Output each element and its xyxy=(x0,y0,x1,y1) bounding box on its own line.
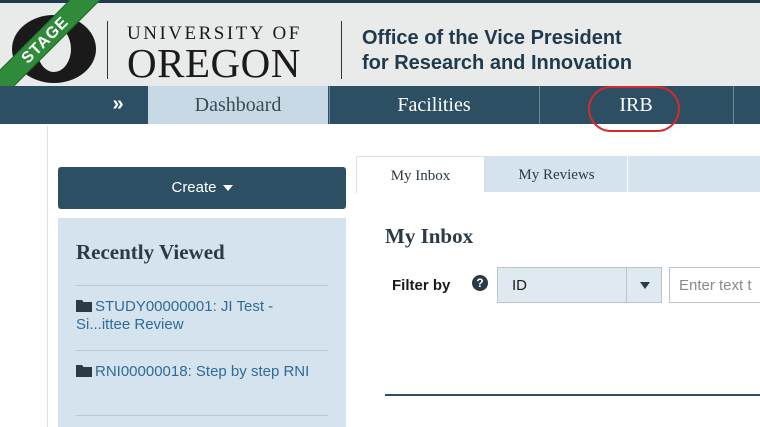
nav-separator xyxy=(733,86,734,124)
recent-separator xyxy=(76,350,328,351)
chevron-down-icon xyxy=(640,282,650,289)
content-divider xyxy=(385,394,760,396)
nav-item-dashboard[interactable]: Dashboard xyxy=(148,86,328,124)
filter-text-input[interactable] xyxy=(670,268,760,302)
nav-expand-icon[interactable]: » xyxy=(90,86,146,124)
recent-item-label: RNI00000018: Step by step RNI xyxy=(95,363,310,380)
filter-text-input-wrapper xyxy=(669,267,760,303)
site-header: STAGE UNIVERSITY OF OREGON Office of the… xyxy=(0,0,760,101)
folder-icon xyxy=(76,300,92,312)
filter-select-value: ID xyxy=(512,277,527,294)
filter-by-label: Filter by xyxy=(392,277,451,294)
filter-field-select[interactable]: ID xyxy=(497,267,662,303)
left-divider xyxy=(47,126,48,427)
create-button-label: Create xyxy=(171,179,217,196)
irb-highlight-annotation xyxy=(588,86,680,132)
create-button[interactable]: Create xyxy=(58,167,346,209)
recent-separator xyxy=(76,415,328,416)
page-title: My Inbox xyxy=(385,224,474,248)
recently-viewed-title: Recently Viewed xyxy=(76,240,225,264)
tab-my-inbox[interactable]: My Inbox xyxy=(356,156,484,193)
office-title-line1: Office of the Vice President xyxy=(362,27,622,49)
folder-icon xyxy=(76,365,92,377)
nav-item-facilities[interactable]: Facilities xyxy=(330,86,538,124)
logo-divider xyxy=(107,21,108,79)
recent-item-study[interactable]: STUDY00000001: JI Test - Si...ittee Revi… xyxy=(76,298,328,334)
header-divider xyxy=(341,21,342,79)
office-title-line2: for Research and Innovation xyxy=(362,52,633,74)
oregon-text: OREGON xyxy=(127,40,301,86)
caret-down-icon xyxy=(222,185,233,192)
tab-my-reviews[interactable]: My Reviews xyxy=(486,156,628,192)
recent-separator xyxy=(76,285,328,286)
select-divider xyxy=(626,268,627,302)
help-icon[interactable]: ? xyxy=(472,275,488,291)
recent-item-rni[interactable]: RNI00000018: Step by step RNI xyxy=(76,363,328,381)
recently-viewed-panel: Recently Viewed STUDY00000001: JI Test -… xyxy=(58,218,346,427)
recent-item-label: STUDY00000001: JI Test - Si...ittee Revi… xyxy=(76,298,274,333)
